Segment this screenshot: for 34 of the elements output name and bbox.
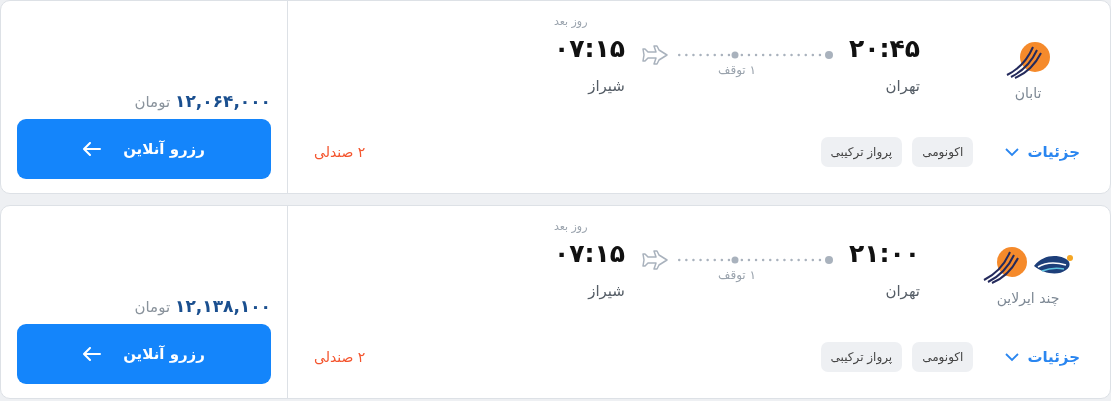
next-day-label: روز بعد	[553, 15, 588, 30]
airline-logo-icon	[982, 246, 1028, 284]
arrow-left-icon	[83, 347, 102, 361]
arrival-time: ۰۷:۱۵	[553, 33, 625, 65]
book-button[interactable]: رزرو آنلاین	[17, 119, 271, 179]
arrival-city: شیراز	[588, 77, 625, 95]
departure-city: تهران	[885, 77, 920, 95]
tag: اکونومی	[912, 342, 974, 372]
arrow-left-icon	[83, 142, 102, 156]
stops-label: ۱ توقف	[717, 63, 756, 77]
departure-city: تهران	[885, 282, 920, 300]
arrival-time: ۰۷:۱۵	[553, 238, 625, 270]
next-day-label: روز بعد	[553, 220, 588, 235]
departure-time: ۲۱:۰۰	[848, 238, 920, 270]
airline-name: چند ایرلاین	[996, 290, 1060, 306]
tag: پرواز ترکیبی	[820, 342, 903, 372]
seats-left: ۲ صندلی	[314, 144, 366, 160]
book-button[interactable]: رزرو آنلاین	[17, 324, 271, 384]
arrival-city: شیراز	[588, 282, 625, 300]
departure-time: ۲۰:۴۵	[848, 33, 920, 65]
airline-logo-icon	[1005, 41, 1051, 79]
tag: پرواز ترکیبی	[820, 137, 903, 167]
chevron-down-icon	[1005, 147, 1020, 157]
details-toggle[interactable]: جزئیات	[1005, 348, 1080, 366]
details-toggle[interactable]: جزئیات	[1005, 143, 1080, 161]
price: ۱۲,۰۶۴,۰۰۰	[175, 91, 271, 111]
currency-label: تومان	[134, 93, 171, 111]
price: ۱۲,۱۳۸,۱۰۰	[175, 296, 271, 316]
airline-name: تابان	[1014, 85, 1042, 101]
tag: اکونومی	[912, 137, 974, 167]
chevron-down-icon	[1005, 352, 1020, 362]
currency-label: تومان	[134, 298, 171, 316]
stops-label: ۱ توقف	[717, 268, 756, 282]
seats-left: ۲ صندلی	[314, 349, 366, 365]
